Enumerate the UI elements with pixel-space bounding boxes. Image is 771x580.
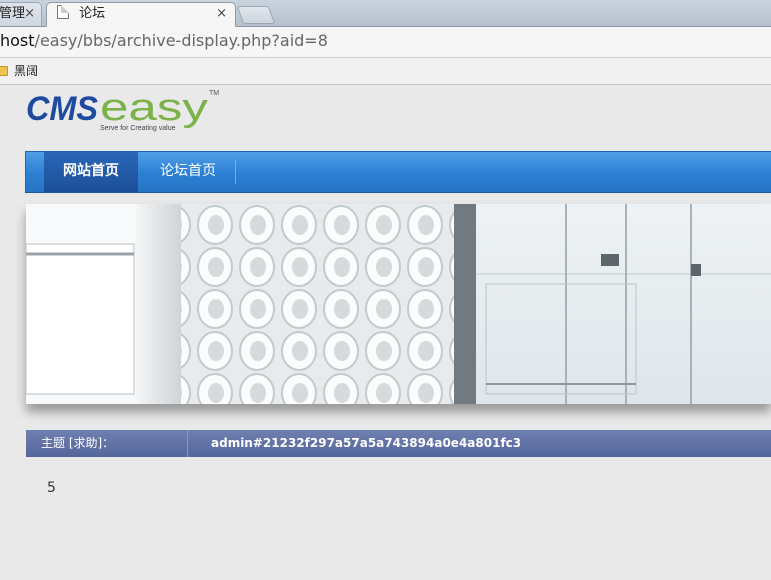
tab-forum[interactable]: 论坛 × bbox=[46, 2, 236, 27]
logo-cms: CMS bbox=[26, 90, 98, 128]
bookmark-label: 黑阔 bbox=[14, 64, 39, 78]
bookmarks-bar: 黑阔 bbox=[0, 58, 771, 85]
close-icon[interactable]: × bbox=[216, 3, 227, 25]
close-icon[interactable]: × bbox=[24, 3, 35, 25]
thread-header-bar: 主题 [求助]： admin#21232f297a57a5a743894a0e4… bbox=[26, 430, 771, 457]
url-host: host bbox=[0, 31, 35, 50]
logo-tagline: Serve for Creating value bbox=[100, 125, 176, 132]
logo-easy: easy bbox=[100, 87, 208, 129]
tab-strip: 管理 × 论坛 × bbox=[0, 0, 771, 27]
office-banner-image bbox=[26, 204, 771, 404]
main-nav: 网站首页 论坛首页 bbox=[25, 151, 771, 193]
folder-icon bbox=[0, 66, 8, 76]
tab-admin[interactable]: 管理 × bbox=[0, 2, 42, 26]
logo-tm: TM bbox=[209, 90, 219, 97]
document-icon bbox=[57, 5, 69, 19]
post-content: 5 bbox=[47, 480, 56, 496]
thread-divider bbox=[187, 430, 188, 457]
bookmark-item[interactable]: 黑阔 bbox=[0, 62, 38, 79]
tab-label: 管理 bbox=[0, 6, 26, 21]
thread-title: admin#21232f297a57a5a743894a0e4a801fc3 bbox=[211, 436, 522, 450]
nav-divider bbox=[235, 160, 236, 184]
cmseasy-logo[interactable]: CMS easy TM Serve for Creating value bbox=[26, 87, 226, 137]
tab-label: 论坛 bbox=[79, 6, 106, 21]
url-path: /easy/bbs/archive-display.php?aid=8 bbox=[34, 31, 328, 50]
thread-label: 主题 [求助]： bbox=[41, 436, 115, 450]
new-tab-button[interactable] bbox=[236, 6, 276, 24]
nav-item-forum-home[interactable]: 论坛首页 bbox=[148, 152, 228, 192]
address-bar[interactable]: host/easy/bbs/archive-display.php?aid=8 bbox=[0, 27, 771, 58]
nav-item-home[interactable]: 网站首页 bbox=[44, 152, 138, 192]
page-content: CMS easy TM Serve for Creating value 网站首… bbox=[0, 85, 771, 580]
url-field[interactable]: host/easy/bbs/archive-display.php?aid=8 bbox=[0, 31, 328, 50]
